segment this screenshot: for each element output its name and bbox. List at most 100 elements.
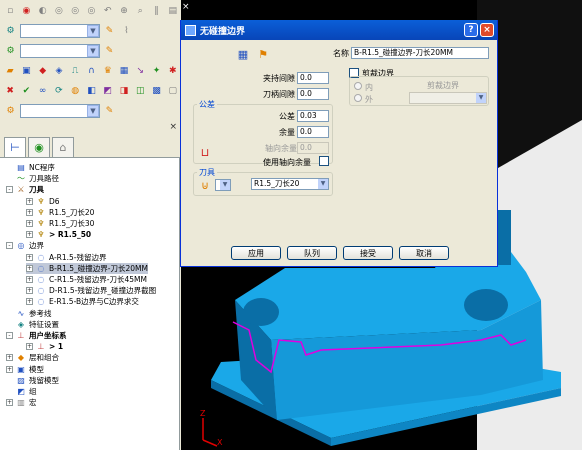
expand-icon[interactable]: + — [26, 287, 33, 295]
expand-icon[interactable]: + — [26, 253, 33, 261]
view-icon[interactable]: ◧ — [84, 84, 98, 99]
tab-web[interactable]: ◉ — [28, 137, 50, 157]
wire-icon[interactable]: ◫ — [133, 84, 147, 99]
tree-item[interactable]: + ▣ 模型 — [6, 364, 44, 375]
expand-icon[interactable]: + — [26, 208, 33, 216]
toolbar-combo-2[interactable]: ▼ — [20, 44, 100, 58]
wizard-icon[interactable]: ✎ — [102, 44, 117, 59]
tab-recycle[interactable]: ⌂ — [52, 137, 74, 157]
expand-icon[interactable]: + — [26, 231, 33, 239]
expand-icon[interactable]: + — [26, 276, 33, 283]
tab-explorer[interactable]: ⊢ — [4, 137, 26, 157]
shade-icon[interactable]: ◨ — [117, 84, 131, 99]
expand-icon[interactable]: + — [26, 264, 33, 272]
redo-icon[interactable]: ⊕ — [117, 4, 131, 19]
tool-icon[interactable]: ⊍ — [197, 177, 213, 193]
use-axial-thickness-checkbox[interactable] — [319, 156, 329, 166]
cancel-button[interactable]: 取消 — [399, 246, 449, 260]
paste-icon[interactable]: ◎ — [84, 4, 98, 19]
tree-item[interactable]: + ♆ > R1.5_50 — [26, 229, 91, 240]
expand-icon[interactable]: + — [6, 354, 13, 362]
name-field[interactable]: B-R1.5_碰撞边界-刀长20MM — [351, 47, 489, 59]
tree-item[interactable]: ◈ 特征设置 — [16, 319, 59, 330]
preferences-icon[interactable]: ⚑ — [255, 46, 271, 62]
queue-button[interactable]: 队列 — [287, 246, 337, 260]
sim-icon[interactable]: ◍ — [68, 84, 82, 99]
expand-icon[interactable]: + — [26, 197, 33, 205]
expand-icon[interactable]: + — [26, 298, 33, 306]
open-icon[interactable]: ◉ — [19, 4, 33, 19]
help-button[interactable]: ? — [464, 23, 478, 37]
cut-icon[interactable]: ◎ — [68, 4, 82, 19]
collapse-icon[interactable]: - — [6, 186, 13, 194]
toolbar-combo-3[interactable]: ▼ — [20, 104, 100, 118]
path-icon[interactable]: ⎍ — [68, 64, 82, 79]
undo-icon[interactable]: ↶ — [101, 4, 115, 19]
tree-item[interactable]: - ⚔ 刀具 — [6, 184, 44, 195]
tree-item[interactable]: + ◌ D-R1.5-残留边界_碰撞边界截图 — [26, 285, 156, 296]
chain-icon[interactable]: ∞ — [36, 84, 50, 99]
apply-button[interactable]: 应用 — [231, 246, 281, 260]
tree-item[interactable]: - ⊥ 用户坐标系 — [6, 330, 67, 341]
stroke-icon[interactable]: ⌇ — [119, 24, 134, 39]
panel-close-icon[interactable]: × — [169, 122, 177, 132]
new-icon[interactable]: ▫ — [3, 4, 17, 19]
expand-icon[interactable]: + — [26, 343, 33, 351]
tick-icon[interactable]: ✔ — [19, 84, 33, 99]
boundary-icon[interactable]: ◈ — [52, 64, 66, 79]
save-icon[interactable]: ◐ — [36, 4, 50, 19]
expand-icon[interactable]: + — [6, 365, 13, 373]
tree-item[interactable]: + ♆ D6 — [26, 196, 60, 207]
tree-item[interactable]: + ◌ C-R1.5-残留边界-刀长45MM — [26, 274, 147, 285]
expand-icon[interactable]: + — [6, 399, 13, 407]
tree-item[interactable]: + ◌ E-R1.5-B边界与C边界求交 — [26, 296, 139, 307]
close-button[interactable]: × — [480, 23, 494, 37]
stock-icon[interactable]: ▦ — [117, 64, 131, 79]
viewport-close-icon[interactable]: × — [182, 2, 194, 14]
wizard-icon[interactable]: ✎ — [102, 104, 117, 119]
wizard-icon[interactable]: ✎ — [102, 24, 117, 39]
expand-icon[interactable]: + — [26, 220, 33, 227]
holder-clearance-field[interactable]: 0.0 — [297, 72, 329, 84]
cross-icon[interactable]: ✖ — [3, 84, 17, 99]
tree-item[interactable]: + ♆ R1.5_刀长30 — [26, 218, 94, 229]
transform-icon[interactable]: ✦ — [149, 64, 163, 79]
open-folder-icon[interactable]: ▰ — [3, 64, 17, 79]
tool-type-select[interactable]: ▼ — [215, 179, 231, 191]
zoom-icon[interactable]: ⌕ — [133, 4, 147, 19]
tree-item[interactable]: ▨ 残留模型 — [16, 375, 59, 386]
layout-icon[interactable]: ▤ — [166, 4, 180, 19]
tree-item[interactable]: + ▥ 宏 — [6, 397, 37, 408]
collapse-icon[interactable]: - — [6, 332, 13, 339]
tree-item[interactable]: ∿ 参考线 — [16, 308, 52, 319]
tree-item[interactable]: + ◆ 层和组合 — [6, 352, 59, 363]
accept-button[interactable]: 接受 — [343, 246, 393, 260]
tree-item[interactable]: ◩ 组 — [16, 386, 36, 397]
collapse-icon[interactable]: - — [6, 242, 13, 250]
rotate-icon[interactable]: ⟳ — [52, 84, 66, 99]
pause-icon[interactable]: ‖ — [149, 4, 163, 19]
sheet-icon[interactable]: ▢ — [166, 84, 180, 99]
toolbar-combo-1[interactable]: ▼ — [20, 24, 100, 38]
tool-icon[interactable]: ∩ — [84, 64, 98, 79]
tree-item[interactable]: ▤ NC程序 — [16, 162, 55, 173]
tree-item[interactable]: + ◌ A-R1.5-残留边界 — [26, 252, 107, 263]
tool-select[interactable]: R1.5_刀长20 ▼ — [251, 178, 329, 190]
copy-icon[interactable]: ◎ — [52, 4, 66, 19]
block-icon[interactable]: ▩ — [149, 84, 163, 99]
tree-item[interactable]: + ◌ B-R1.5_碰撞边界-刀长20MM — [26, 262, 148, 274]
settings-icon[interactable]: ⚙ — [3, 104, 18, 119]
tree-item[interactable]: - ◎ 边界 — [6, 240, 44, 251]
shank-clearance-field[interactable]: 0.0 — [297, 88, 329, 100]
tree-item[interactable]: + ♆ R1.5_刀长20 — [26, 207, 94, 218]
save-icon[interactable]: ▣ — [19, 64, 33, 79]
fill-icon[interactable]: ◆ — [36, 64, 50, 79]
settings-icon[interactable]: ⚙ — [3, 44, 18, 59]
thickness-field[interactable]: 0.0 — [297, 126, 329, 138]
delete-icon[interactable]: ✱ — [166, 64, 180, 79]
tolerance-field[interactable]: 0.03 — [297, 110, 329, 122]
arrow-icon[interactable]: ↘ — [133, 64, 147, 79]
level-icon[interactable]: ♛ — [101, 64, 115, 79]
thickness-icon[interactable]: ⊔ — [197, 144, 213, 160]
cube-icon[interactable]: ◩ — [101, 84, 115, 99]
